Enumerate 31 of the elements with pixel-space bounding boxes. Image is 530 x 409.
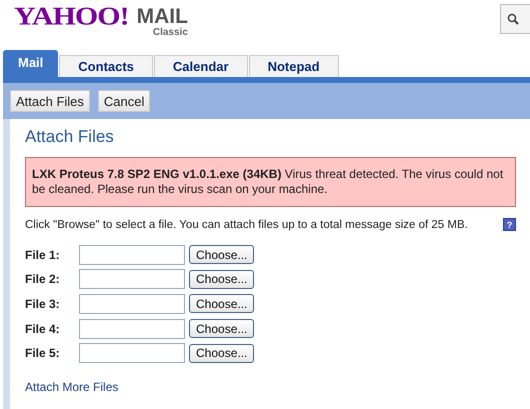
choose-button[interactable]: Choose... [189,270,254,289]
product-name: MAIL [136,7,188,27]
file-label: File 1: [25,248,61,262]
file-input-field[interactable] [79,244,185,264]
instructions-text: Click "Browse" to select a file. You can attach files up to a total message size of 25 MB. [25,218,468,230]
file-label: File 4: [25,322,61,336]
file-input-field[interactable] [79,343,185,364]
file-label: File 3: [25,296,61,311]
page-title: Attach Files [25,127,115,147]
choose-button[interactable]: Choose... [189,319,254,338]
nav-tab[interactable]: Contacts [59,55,153,77]
file-input-field[interactable] [79,269,185,290]
file-input-field[interactable] [79,318,185,339]
nav-tab[interactable]: Notepad [248,55,339,77]
file-label: File 2: [25,272,61,286]
file-input-field[interactable] [79,294,185,314]
attach-more-link[interactable]: Attach More Files [25,380,118,394]
nav-tab[interactable]: Calendar [154,55,248,77]
nav-tab[interactable]: Mail [3,50,58,77]
virus-alert: LXK Proteus 7.8 SP2 ENG v1.0.1.exe (34KB) Virus threat detected. The virus could not be cleaned. Please run the virus scan on your machine. [25,157,516,207]
toolbar-button[interactable]: Cancel [98,90,150,112]
choose-button[interactable]: Choose... [189,245,254,264]
yahoo-logo: YAHOO! [14,4,129,30]
search-field[interactable] [500,4,530,34]
edition-label: Classic [152,27,188,38]
search-icon [507,13,519,25]
help-icon[interactable]: ? [503,218,516,231]
choose-button[interactable]: Choose... [189,294,254,314]
file-label: File 5: [25,346,61,360]
toolbar-button[interactable]: Attach Files [10,90,90,112]
choose-button[interactable]: Choose... [189,344,254,363]
